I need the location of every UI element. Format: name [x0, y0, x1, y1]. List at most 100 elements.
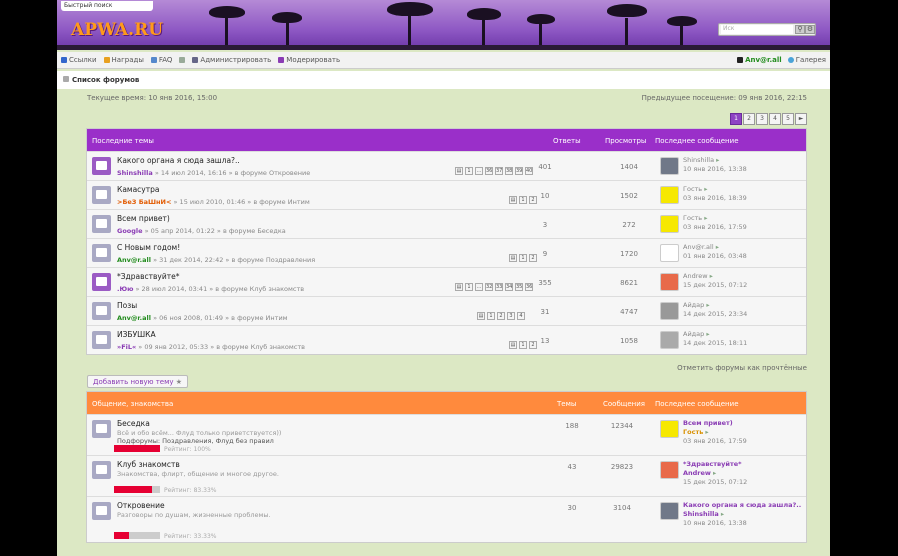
- page-button[interactable]: 1: [730, 113, 742, 125]
- last-post-user[interactable]: Гость: [683, 185, 702, 193]
- topic-page-link[interactable]: 1: [465, 283, 473, 291]
- avatar[interactable]: [660, 461, 679, 479]
- topic-row: Позы Anv@r.all » 06 ноя 2008, 01:49 » в ф…: [87, 296, 806, 325]
- breadcrumb-forums[interactable]: Список форумов: [72, 76, 139, 84]
- next-page-icon[interactable]: ►: [795, 113, 807, 125]
- topic-title[interactable]: ИЗБУШКА: [117, 330, 156, 339]
- topic-title[interactable]: *Здравствуйте*: [117, 272, 179, 281]
- topic-page-link[interactable]: 1: [519, 254, 527, 262]
- nav-user[interactable]: Anv@r.all: [737, 56, 782, 64]
- view-post-icon[interactable]: ▸: [706, 330, 709, 338]
- topic-page-link[interactable]: 32: [485, 283, 493, 291]
- view-post-icon[interactable]: ▸: [706, 301, 709, 309]
- last-post-title[interactable]: Какого органа я сюда зашла?..: [683, 501, 801, 509]
- topic-page-link[interactable]: 1: [519, 196, 527, 204]
- topic-author[interactable]: .Юю: [117, 285, 133, 293]
- topic-author[interactable]: Anv@r.all: [117, 256, 151, 264]
- nav-admin[interactable]: Администрировать: [192, 56, 271, 64]
- topic-page-link[interactable]: 39: [515, 167, 523, 175]
- topic-page-link[interactable]: 36: [485, 167, 493, 175]
- view-post-icon[interactable]: ▸: [713, 469, 716, 477]
- avatar[interactable]: [660, 302, 679, 320]
- avatar[interactable]: [660, 502, 679, 520]
- last-post-user[interactable]: Andrew: [683, 469, 711, 477]
- topic-page-link[interactable]: 34: [505, 283, 513, 291]
- avatar[interactable]: [660, 244, 679, 262]
- page-button[interactable]: 4: [769, 113, 781, 125]
- view-post-icon[interactable]: ▸: [704, 214, 707, 222]
- last-post-user[interactable]: Айдар: [683, 301, 704, 309]
- topic-page-link[interactable]: 2: [497, 312, 505, 320]
- topic-page-link[interactable]: …: [475, 283, 483, 291]
- page-button[interactable]: 3: [756, 113, 768, 125]
- topic-author[interactable]: Shinshilla: [117, 169, 153, 177]
- avatar[interactable]: [660, 331, 679, 349]
- new-topic-button[interactable]: Добавить новую тему ★: [87, 375, 189, 388]
- last-post-user[interactable]: Айдар: [683, 330, 704, 338]
- posts-count: 3104: [613, 504, 631, 512]
- last-post-title[interactable]: *Здравствуйте*: [683, 460, 742, 468]
- last-post-title[interactable]: Всем привет): [683, 419, 733, 427]
- pages-icon: ▤: [455, 283, 463, 291]
- topic-page-link[interactable]: 3: [507, 312, 515, 320]
- moderate-icon: [278, 57, 285, 63]
- topic-title[interactable]: Камасутра: [117, 185, 159, 194]
- nav-messages[interactable]: [179, 56, 186, 64]
- page-button[interactable]: 2: [743, 113, 755, 125]
- view-post-icon[interactable]: ▸: [716, 243, 719, 251]
- last-post-user[interactable]: Shinshilla: [683, 156, 714, 164]
- topic-row: Всем привет) Google » 05 апр 2014, 01:22 …: [87, 209, 806, 238]
- pages-icon: ▤: [509, 196, 517, 204]
- search-input[interactable]: Иск: [721, 25, 793, 34]
- topic-title[interactable]: Какого органа я сюда зашла?..: [117, 156, 240, 165]
- view-post-icon[interactable]: ▸: [716, 156, 719, 164]
- topic-page-link[interactable]: 35: [515, 283, 523, 291]
- subforums[interactable]: Подфорумы: Поздравления, Флуд без правил: [117, 437, 274, 445]
- nav-links[interactable]: Ссылки: [61, 56, 97, 64]
- rating-bar: [114, 532, 160, 539]
- view-post-icon[interactable]: ▸: [710, 272, 713, 280]
- last-post-user[interactable]: Гость: [683, 428, 703, 436]
- advanced-search-icon[interactable]: ⚙: [805, 25, 815, 34]
- topic-title[interactable]: Позы: [117, 301, 137, 310]
- quick-search-link[interactable]: Быстрый поиск: [61, 1, 153, 11]
- topic-page-link[interactable]: 37: [495, 167, 503, 175]
- topic-page-link[interactable]: 1: [487, 312, 495, 320]
- nav-faq[interactable]: FAQ: [150, 56, 172, 64]
- view-post-icon[interactable]: ▸: [704, 185, 707, 193]
- topic-title[interactable]: С Новым годом!: [117, 243, 180, 252]
- last-post-user[interactable]: Гость: [683, 214, 702, 222]
- avatar[interactable]: [660, 273, 679, 291]
- last-post-user[interactable]: Andrew: [683, 272, 708, 280]
- nav-gallery[interactable]: Галерея: [787, 56, 826, 64]
- last-post-user[interactable]: Anv@r.all: [683, 243, 714, 251]
- avatar[interactable]: [660, 420, 679, 438]
- nav-moderate[interactable]: Модерировать: [278, 56, 340, 64]
- topic-page-link[interactable]: 33: [495, 283, 503, 291]
- forum-name[interactable]: Клуб знакомств: [117, 460, 180, 469]
- topic-page-link[interactable]: 38: [505, 167, 513, 175]
- view-post-icon[interactable]: ▸: [721, 510, 724, 518]
- replies-count: 355: [538, 279, 552, 287]
- mark-forums-read-link[interactable]: Отметить форумы как прочтённые: [677, 364, 807, 372]
- topic-author[interactable]: »FiL«: [117, 343, 136, 351]
- topic-author[interactable]: Anv@r.all: [117, 314, 151, 322]
- forum-name[interactable]: Откровение: [117, 501, 165, 510]
- search-icon[interactable]: ⚲: [795, 25, 805, 34]
- nav-awards[interactable]: Награды: [103, 56, 144, 64]
- topic-title[interactable]: Всем привет): [117, 214, 170, 223]
- topic-author[interactable]: >БеЗ БаШнИ<: [117, 198, 171, 206]
- last-post-user[interactable]: Shinshilla: [683, 510, 719, 518]
- topic-page-link[interactable]: 1: [465, 167, 473, 175]
- topic-page-link[interactable]: 1: [519, 341, 527, 349]
- avatar[interactable]: [660, 157, 679, 175]
- topic-page-link[interactable]: 4: [517, 312, 525, 320]
- topic-author[interactable]: Google: [117, 227, 143, 235]
- page-button[interactable]: 5: [782, 113, 794, 125]
- avatar[interactable]: [660, 215, 679, 233]
- forum-name[interactable]: Беседка: [117, 419, 150, 428]
- site-logo[interactable]: APWA.RU: [71, 20, 163, 40]
- avatar[interactable]: [660, 186, 679, 204]
- view-post-icon[interactable]: ▸: [705, 428, 708, 436]
- topic-page-link[interactable]: …: [475, 167, 483, 175]
